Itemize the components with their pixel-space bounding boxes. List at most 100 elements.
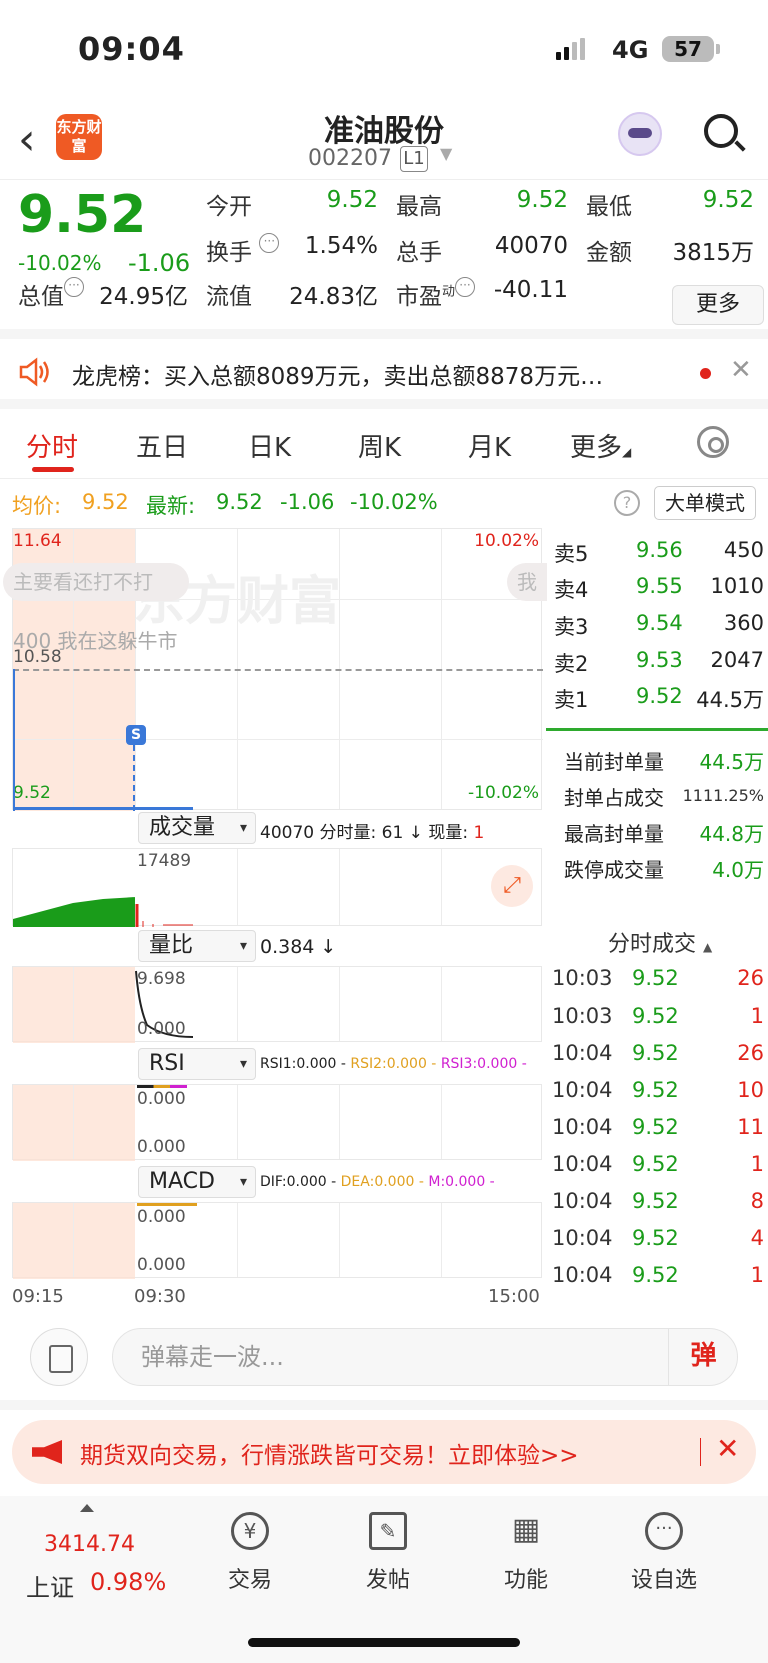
expand-up-icon[interactable] [80, 1504, 94, 1512]
chart-tabs: 分时 五日 日K 周K 月K 更多◢ [0, 409, 768, 479]
trade-button[interactable]: ¥ 交易 [200, 1512, 300, 1594]
grid-line [339, 1085, 340, 1159]
signal-bar [564, 47, 569, 60]
tick-time: 10:04 [552, 1041, 613, 1065]
macd-top: 0.000 [137, 1207, 186, 1227]
tab-five-day[interactable]: 五日 [136, 427, 188, 464]
turnover-value: 1.54% [304, 233, 378, 259]
dragon-tiger-notice[interactable]: 龙虎榜：买入总额8089万元，卖出总额8878万元… ✕ [0, 339, 768, 409]
grid-line [441, 1085, 442, 1159]
latest-change: -1.06 [280, 490, 335, 514]
futures-ad-banner[interactable]: 期货双向交易，行情涨跌皆可交易！立即体验>> ✕ [12, 1420, 756, 1484]
price-line [13, 669, 15, 811]
more-dots-icon: ··· [645, 1512, 683, 1550]
tick-price: 9.52 [632, 1263, 679, 1287]
battery-icon: 57 [662, 36, 720, 62]
speaker-icon [19, 357, 49, 387]
index-value[interactable]: 3414.74 [44, 1532, 135, 1557]
grid-line [339, 1203, 340, 1277]
add-watchlist-button[interactable]: ··· 设自选 [614, 1512, 714, 1594]
status-bar: 09:04 4G 57 [0, 0, 768, 100]
rsi1-value: RSI1:0.000 - [260, 1056, 346, 1072]
danmu-settings-icon[interactable] [30, 1328, 88, 1386]
grid-line [339, 967, 340, 1041]
seal-stat: 跌停成交量 4.0万 [564, 854, 764, 883]
mktcap-value: 24.95亿 [99, 284, 188, 310]
macd-chart[interactable]: 0.000 0.000 [12, 1202, 542, 1279]
macd-dea: DEA:0.000 - [340, 1174, 424, 1190]
tick-list[interactable]: 分时成交 ▲ 10:03 9.52 26 10:03 9.52 1 10:04 9.52 2… [544, 910, 768, 1310]
tick-price: 9.52 [632, 1189, 679, 1213]
ob-price: 9.56 [636, 538, 683, 562]
signal-bar [572, 42, 577, 60]
volume-label: 总手 [396, 240, 442, 266]
bottom-price: 9.52 [13, 783, 51, 803]
level-badge[interactable]: L1 [400, 146, 428, 172]
danmu-send-button[interactable]: 弹 [668, 1328, 738, 1386]
order-book-row[interactable]: 卖1 9.52 44.5万 [554, 684, 764, 714]
assistant-robot-icon[interactable] [618, 112, 662, 156]
home-indicator[interactable] [248, 1638, 520, 1647]
grid-line [441, 967, 442, 1041]
danmu-bar: 弹幕走一波... 弹 [0, 1310, 768, 1410]
low-value: 9.52 [702, 187, 754, 213]
amount-label: 金额 [586, 240, 632, 266]
volume-now-value: 1 [473, 823, 485, 843]
danmu-input[interactable]: 弹幕走一波... [112, 1328, 738, 1386]
price-chart[interactable]: 东方财富 主要看还打不打 我 400 我在这躲牛市 11.64 10.58 9.… [3, 528, 547, 811]
price-line [13, 807, 193, 810]
time-axis-open: 09:30 [134, 1286, 186, 1307]
tick-header[interactable]: 分时成交 ▲ [608, 926, 712, 958]
order-book-row[interactable]: 卖3 9.54 360 [554, 611, 764, 641]
tick-price: 9.52 [632, 1115, 679, 1139]
ratio-top: 9.698 [137, 969, 186, 989]
close-icon[interactable]: ✕ [716, 1432, 739, 1465]
ob-price: 9.52 [636, 684, 683, 708]
tab-weekly-k[interactable]: 周K [358, 427, 401, 464]
tab-intraday[interactable]: 分时 [26, 427, 78, 464]
more-button[interactable]: 更多 [672, 285, 764, 325]
function-button[interactable]: ▦ 功能 [476, 1512, 576, 1594]
index-name[interactable]: 上证 [26, 1568, 74, 1603]
volume-selector[interactable]: 成交量 [138, 812, 256, 844]
pe-sup: 动 [442, 284, 456, 300]
search-icon[interactable] [704, 114, 738, 148]
grid-line [13, 739, 543, 740]
latest-pct: -10.02% [350, 490, 438, 514]
volume-chart[interactable]: 17489 ⤢ [12, 848, 542, 927]
chevron-down-icon[interactable]: ▼ [440, 144, 452, 163]
index-pct[interactable]: 0.98% [90, 1568, 166, 1596]
big-order-mode-button[interactable]: 大单模式 [654, 486, 756, 520]
tick-time: 10:03 [552, 1004, 613, 1028]
post-button[interactable]: ✎ 发帖 [338, 1512, 438, 1594]
avg-price-bar: 均价: 9.52 最新: 9.52 -1.06 -10.02% ? 大单模式 [0, 480, 768, 526]
macd-lines [137, 1203, 197, 1206]
order-book-row[interactable]: 卖4 9.55 1010 [554, 574, 764, 604]
close-icon[interactable]: ✕ [730, 355, 752, 385]
grid-line [237, 1085, 238, 1159]
seal-label: 最高封单量 [564, 822, 664, 846]
rsi-chart[interactable]: 0.000 0.000 [12, 1084, 542, 1161]
tick-price: 9.52 [632, 1041, 679, 1065]
volume-total: 40070 [260, 823, 315, 843]
expand-icon[interactable]: ⤢ [491, 865, 533, 907]
tick-time: 10:04 [552, 1152, 613, 1176]
seal-value: 44.5万 [699, 750, 764, 774]
ratio-chart[interactable]: 9.698 0.000 [12, 966, 542, 1043]
tab-daily-k[interactable]: 日K [248, 427, 291, 464]
info-icon[interactable]: ··· [64, 277, 84, 297]
gear-icon[interactable] [697, 426, 729, 458]
macd-selector[interactable]: MACD [138, 1166, 256, 1198]
tab-more[interactable]: 更多◢ [570, 427, 631, 464]
ratio-selector[interactable]: 量比 [138, 930, 256, 962]
help-icon[interactable]: ? [614, 490, 640, 516]
info-icon[interactable]: ··· [455, 277, 476, 297]
info-icon[interactable]: ··· [259, 233, 280, 253]
order-book-row[interactable]: 卖2 9.53 2047 [554, 648, 764, 678]
tick-row: 10:03 9.52 26 [552, 966, 764, 996]
tick-vol: 10 [737, 1078, 764, 1102]
order-book-row[interactable]: 卖5 9.56 450 [554, 538, 764, 568]
signal-badge[interactable]: S [126, 725, 146, 745]
rsi-selector[interactable]: RSI [138, 1048, 256, 1080]
tab-monthly-k[interactable]: 月K [468, 427, 511, 464]
